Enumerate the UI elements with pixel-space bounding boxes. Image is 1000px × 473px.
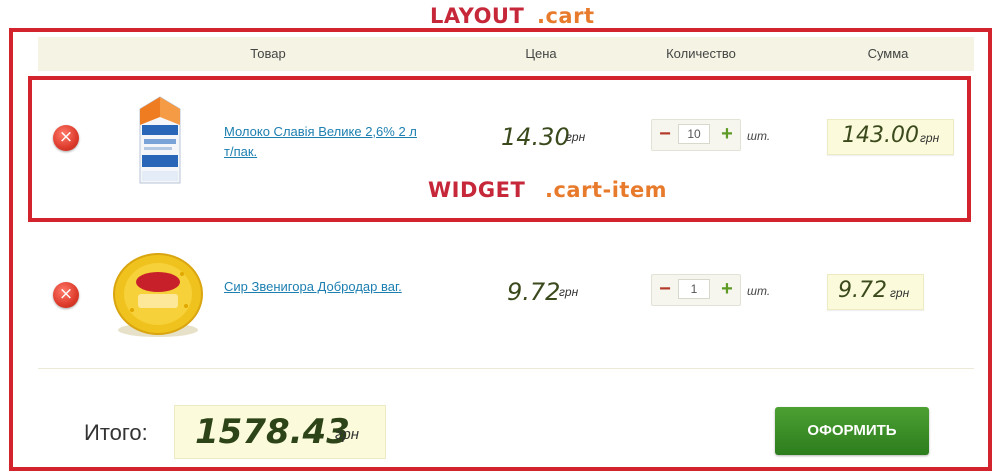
item-sum: 9.72 xyxy=(838,278,887,303)
total-currency: грн xyxy=(335,426,359,443)
quantity-unit: шт. xyxy=(747,129,771,143)
header-price: Цена xyxy=(525,46,557,61)
quantity-minus-button[interactable]: − xyxy=(654,120,676,148)
cart-divider xyxy=(38,368,974,369)
milk-carton-icon xyxy=(130,95,190,187)
price-currency: грн xyxy=(559,285,579,299)
quantity-input[interactable] xyxy=(678,124,710,144)
item-price: 14.30 xyxy=(501,123,570,151)
layout-class-annotation: .cart xyxy=(537,4,595,28)
quantity-input[interactable] xyxy=(678,279,710,299)
item-sum-box: 9.72 грн xyxy=(827,274,924,310)
item-sum-box: 143.00 грн xyxy=(827,119,954,155)
product-name-link[interactable]: Сир Звенигора Добродар ваг. xyxy=(224,277,444,297)
total-value: 1578.43 xyxy=(195,412,350,452)
quantity-stepper: − + xyxy=(651,274,741,306)
quantity-plus-button[interactable]: + xyxy=(716,275,738,303)
header-quantity: Количество xyxy=(666,46,736,61)
checkout-button[interactable]: ОФОРМИТЬ xyxy=(775,407,929,455)
total-box: 1578.43 грн xyxy=(174,405,386,459)
item-sum: 143.00 xyxy=(842,123,919,148)
header-sum: Сумма xyxy=(867,46,909,61)
close-icon: × xyxy=(58,284,74,304)
quantity-stepper: − + xyxy=(651,119,741,151)
cart-table-header: Товар Цена Количество Сумма xyxy=(38,37,974,71)
close-icon: × xyxy=(58,127,74,147)
item-price: 9.72 xyxy=(507,278,561,306)
widget-class-annotation: .cart-item xyxy=(545,178,668,202)
layout-annotation: LAYOUT xyxy=(430,4,525,28)
price-currency: грн xyxy=(566,130,586,144)
cheese-wheel-icon xyxy=(108,246,208,342)
sum-currency: грн xyxy=(890,286,910,300)
quantity-minus-button[interactable]: − xyxy=(654,275,676,303)
quantity-unit: шт. xyxy=(747,284,771,298)
remove-item-button[interactable]: × xyxy=(53,125,79,151)
sum-currency: грн xyxy=(920,131,940,145)
header-product: Товар xyxy=(250,46,286,61)
total-label: Итого: xyxy=(84,420,148,445)
remove-item-button[interactable]: × xyxy=(53,282,79,308)
quantity-plus-button[interactable]: + xyxy=(716,120,738,148)
product-name-link[interactable]: Молоко Славія Велике 2,6% 2 л т/пак. xyxy=(224,122,424,162)
widget-annotation: WIDGET xyxy=(428,178,526,202)
